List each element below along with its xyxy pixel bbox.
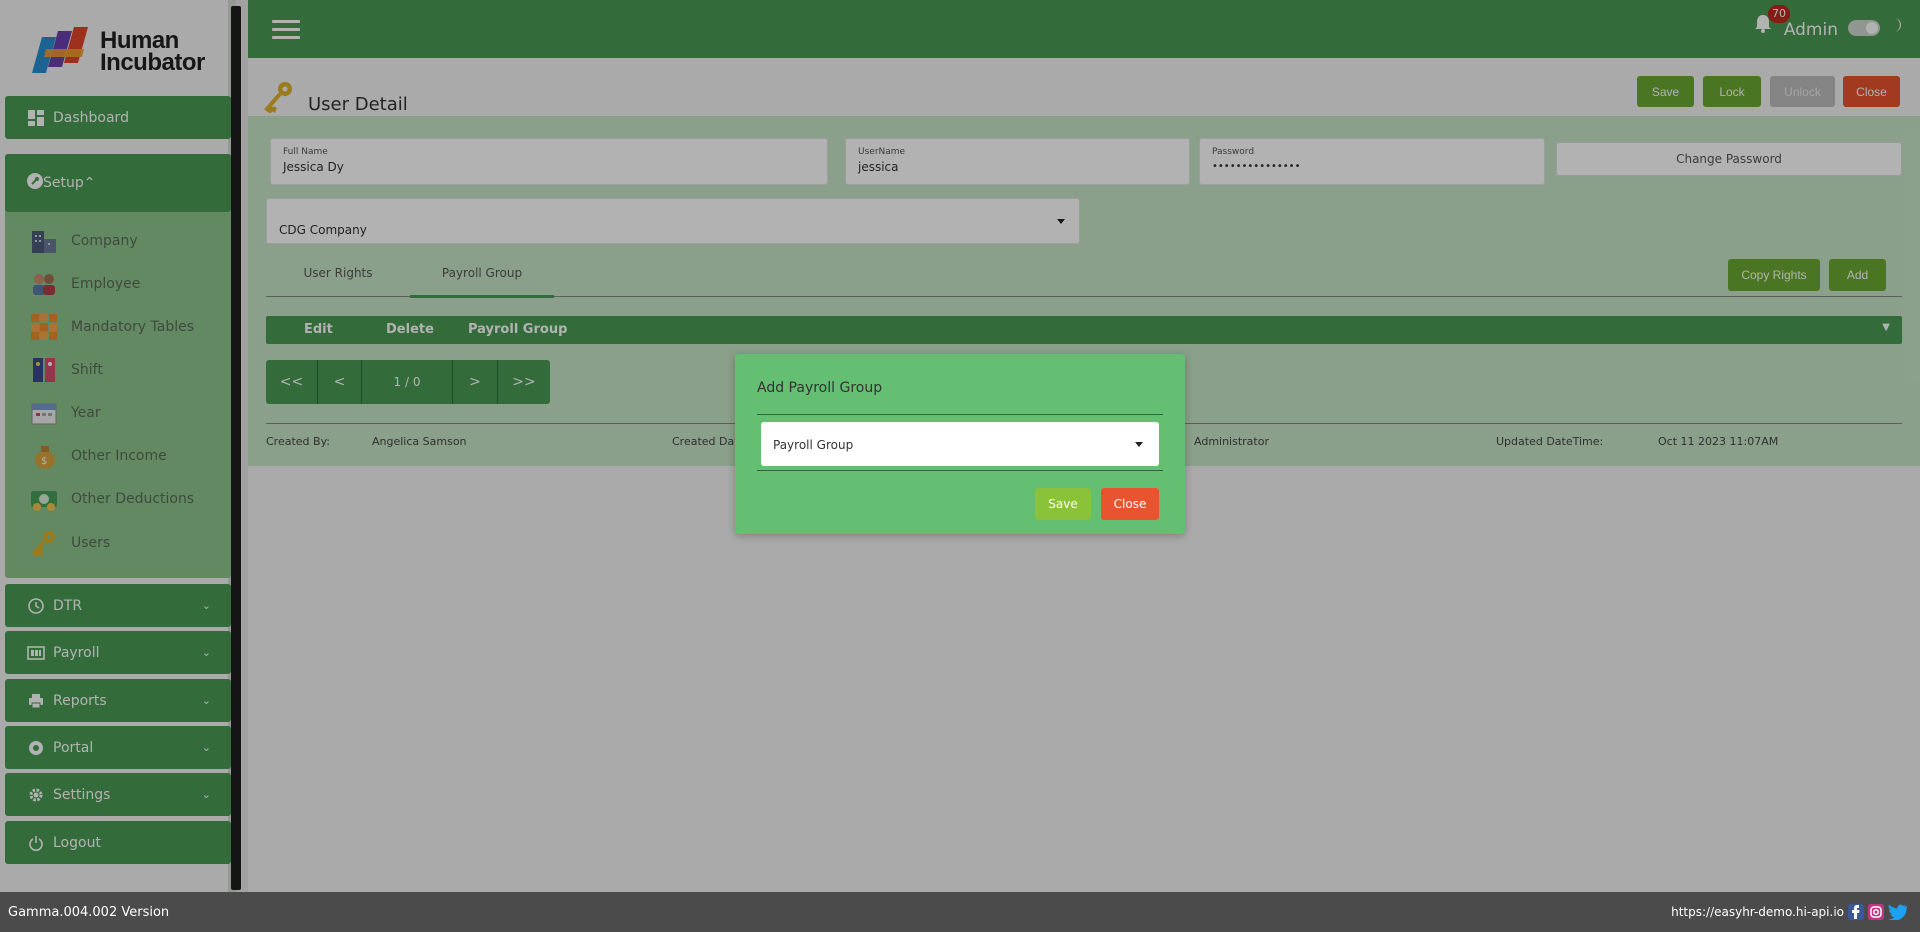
caret-down-icon bbox=[1135, 442, 1143, 447]
modal-divider bbox=[757, 414, 1163, 415]
footer: Gamma.004.002 Version https://easyhr-dem… bbox=[0, 892, 1920, 932]
payroll-group-select[interactable]: Payroll Group bbox=[761, 422, 1159, 466]
modal-close-button[interactable]: Close bbox=[1101, 488, 1159, 520]
add-payroll-group-dialog: Add Payroll Group Payroll Group Save Clo… bbox=[735, 354, 1185, 534]
footer-url[interactable]: https://easyhr-demo.hi-api.io bbox=[1671, 905, 1844, 919]
payroll-group-value: Payroll Group bbox=[773, 438, 854, 452]
modal-divider bbox=[757, 470, 1163, 471]
version-text: Gamma.004.002 Version bbox=[8, 905, 170, 920]
modal-title: Add Payroll Group bbox=[757, 380, 883, 396]
twitter-icon[interactable] bbox=[1888, 904, 1908, 921]
instagram-icon[interactable] bbox=[1868, 904, 1884, 920]
modal-save-button[interactable]: Save bbox=[1035, 488, 1091, 520]
facebook-icon[interactable] bbox=[1848, 904, 1864, 920]
